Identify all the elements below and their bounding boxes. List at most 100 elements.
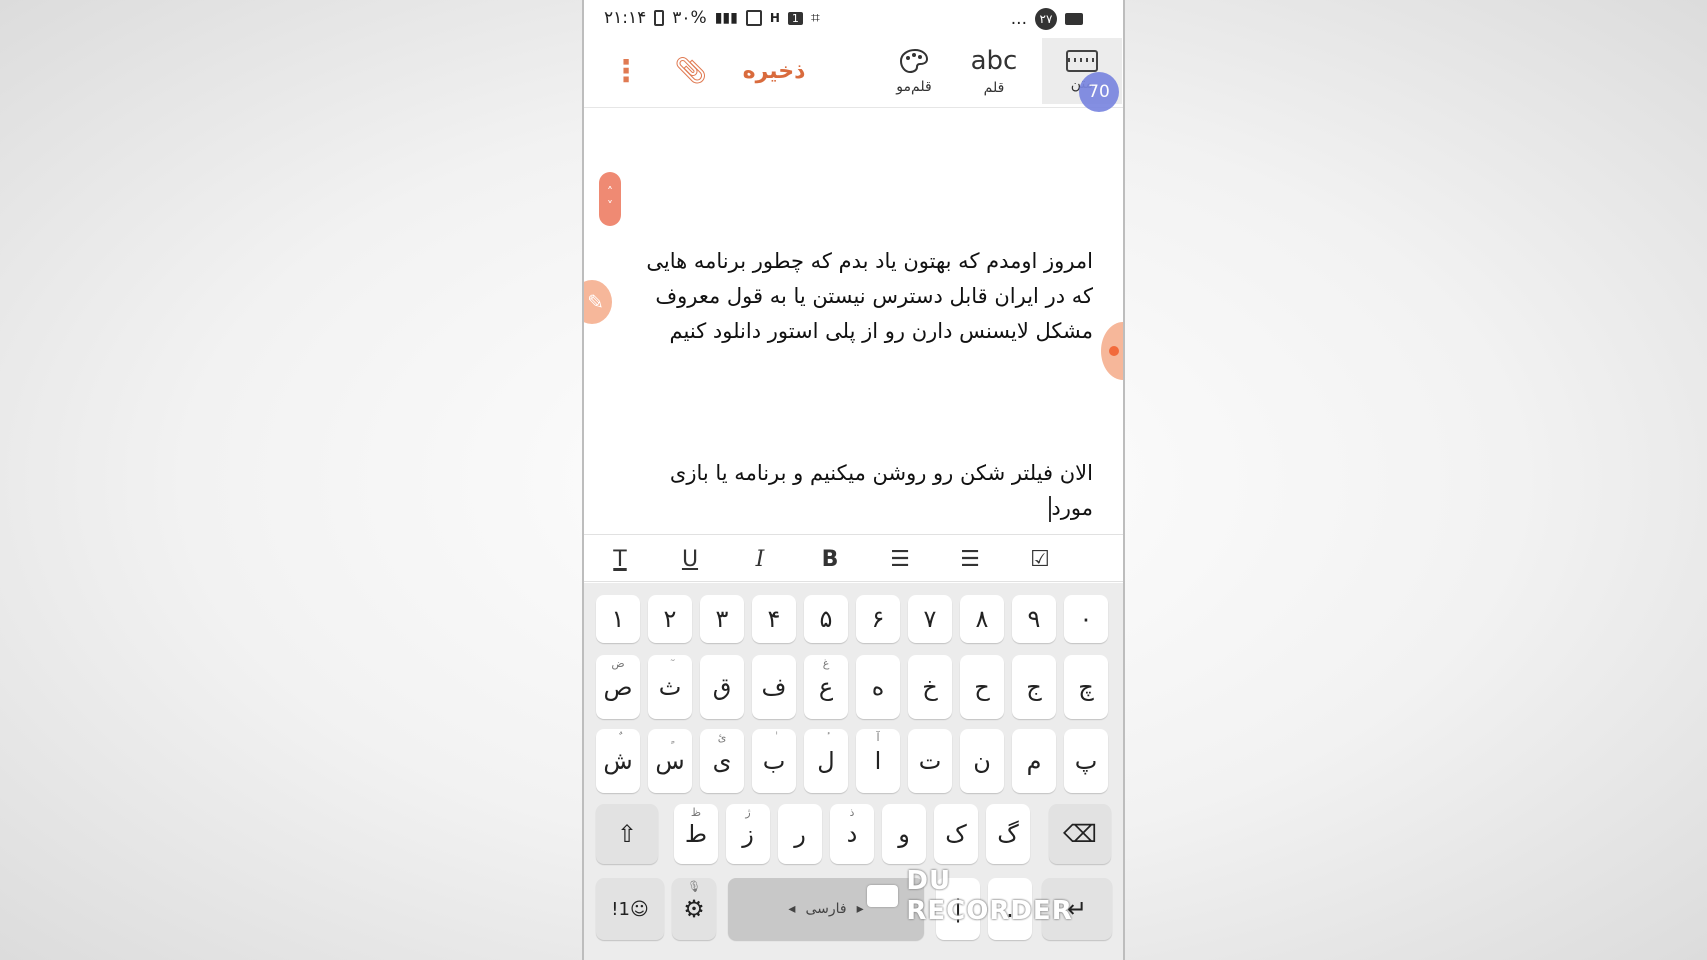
checkbox-icon: ☑ — [1030, 546, 1050, 572]
key-label: ف — [761, 673, 787, 701]
pen-mode-button[interactable]: abc قلم — [964, 38, 1024, 104]
shift-key[interactable]: ⇧ — [596, 804, 658, 864]
underline-button[interactable]: U — [672, 541, 708, 577]
key-label: ۸ — [975, 605, 989, 633]
floating-brush-button[interactable]: ✎ — [584, 280, 612, 324]
key-label: ر — [794, 820, 806, 848]
brush-mode-label: قلم‌مو — [896, 79, 932, 95]
key-label: ز — [742, 820, 754, 848]
gear-icon: ⚙ — [683, 895, 705, 923]
arrow-left-icon: ◂ — [788, 901, 796, 917]
number-key[interactable]: ۹ — [1012, 595, 1056, 643]
italic-button[interactable]: I — [742, 541, 778, 577]
letter-key[interactable]: ٓث — [648, 655, 692, 719]
brush-icon: ✎ — [587, 290, 604, 314]
attach-button[interactable]: 📎︎ — [674, 38, 708, 104]
letter-key[interactable]: غع — [804, 655, 848, 719]
letter-key[interactable]: و — [882, 804, 926, 864]
checklist-button[interactable]: ☑ — [1022, 541, 1058, 577]
shift-icon: ⇧ — [616, 820, 638, 848]
number-key[interactable]: ۳ — [700, 595, 744, 643]
paperclip-icon: 📎︎ — [674, 56, 708, 86]
number-key[interactable]: ۶ — [856, 595, 900, 643]
space-language-label: فارسی — [805, 901, 847, 917]
letter-key[interactable]: ٰب — [752, 729, 796, 793]
key-label: م — [1026, 747, 1042, 775]
letter-key[interactable]: ظط — [674, 804, 718, 864]
symbols-key[interactable]: !1☺ — [596, 878, 664, 940]
note-paragraph-1[interactable]: امروز اومدم که بهتون یاد بدم که چطور برن… — [623, 244, 1093, 349]
key-hint: ٰ — [752, 731, 796, 744]
more-status: ... — [1010, 9, 1027, 29]
letter-key[interactable]: ف — [752, 655, 796, 719]
floating-side-handle[interactable] — [1101, 322, 1123, 380]
key-label: ل — [817, 747, 835, 775]
video-camera-icon — [867, 885, 899, 907]
settings-key[interactable]: ⚙ 🎙︎ — [672, 878, 716, 940]
note-body[interactable]: ˄ ˅ ✎ امروز اومدم که بهتون یاد بدم که چط… — [584, 108, 1123, 534]
sim-badge: 1 — [787, 11, 803, 25]
more-options-button[interactable]: ⋮ — [611, 38, 641, 104]
letter-key[interactable]: ٌش — [596, 729, 640, 793]
number-key[interactable]: ۵ — [804, 595, 848, 643]
key-label: ع — [818, 673, 834, 701]
battery-icon — [654, 10, 665, 26]
letter-key[interactable]: گ — [986, 804, 1030, 864]
number-key[interactable]: ۱ — [596, 595, 640, 643]
letter-key[interactable]: چ — [1064, 655, 1108, 719]
key-label: س — [655, 747, 685, 775]
letter-key[interactable]: پ — [1064, 729, 1108, 793]
note-toolbar: ⋮ 📎︎ ذخیره قلم‌مو abc قلم متن — [584, 38, 1123, 108]
key-hint: ٔ — [804, 731, 848, 744]
backspace-key[interactable]: ⌫ — [1049, 804, 1111, 864]
network-type: H — [769, 11, 780, 25]
note-paragraph-2[interactable]: الان فیلتر شکن رو روشن میکنیم و برنامه ی… — [623, 456, 1093, 526]
key-hint: ٓ — [648, 657, 692, 670]
letter-key[interactable]: ژز — [726, 804, 770, 864]
bold-icon: B — [821, 546, 839, 572]
number-key[interactable]: ۷ — [908, 595, 952, 643]
abc-icon: abc — [970, 46, 1018, 76]
key-label: و — [898, 820, 910, 848]
letter-key[interactable]: م — [1012, 729, 1056, 793]
key-label: ب — [762, 747, 786, 775]
save-button[interactable]: ذخیره — [734, 38, 814, 104]
text-style-button[interactable]: T — [602, 541, 638, 577]
key-label: ۵ — [819, 605, 833, 633]
signal-icon: ▮▮▮ — [714, 10, 738, 26]
letter-key[interactable]: ضص — [596, 655, 640, 719]
letter-key[interactable]: ر — [778, 804, 822, 864]
number-key[interactable]: ۴ — [752, 595, 796, 643]
bold-button[interactable]: B — [812, 541, 848, 577]
bullet-list-button[interactable]: ☰ — [882, 541, 918, 577]
letter-key[interactable]: ٔل — [804, 729, 848, 793]
key-hint: ٍ — [648, 731, 692, 744]
numbered-list-button[interactable]: ☰ — [952, 541, 988, 577]
number-key[interactable]: ۲ — [648, 595, 692, 643]
page-counter-badge: 70 — [1079, 72, 1119, 112]
number-key[interactable]: ۰ — [1064, 595, 1108, 643]
note-paragraph-2-text: الان فیلتر شکن رو روشن میکنیم و برنامه ی… — [669, 461, 1093, 520]
palette-icon — [899, 48, 929, 74]
letter-key[interactable]: ئی — [700, 729, 744, 793]
letter-key[interactable]: ذد — [830, 804, 874, 864]
letter-key[interactable]: ت — [908, 729, 952, 793]
number-key[interactable]: ۸ — [960, 595, 1004, 643]
letter-key[interactable]: آا — [856, 729, 900, 793]
save-label: ذخیره — [742, 58, 806, 84]
letter-key[interactable]: ج — [1012, 655, 1056, 719]
key-hint: ژ — [745, 806, 751, 819]
letter-key[interactable]: ح — [960, 655, 1004, 719]
brush-mode-button[interactable]: قلم‌مو — [884, 38, 944, 104]
chevron-up-icon: ˄ — [607, 185, 613, 199]
letter-key[interactable]: خ — [908, 655, 952, 719]
key-label: ش — [603, 747, 633, 775]
letter-key[interactable]: ن — [960, 729, 1004, 793]
key-label: ت — [918, 747, 942, 775]
letter-key[interactable]: ه — [856, 655, 900, 719]
letter-key[interactable]: ک — [934, 804, 978, 864]
letter-key[interactable]: ٍس — [648, 729, 692, 793]
key-label: پ — [1074, 747, 1098, 775]
letter-key[interactable]: ق — [700, 655, 744, 719]
scroll-handle[interactable]: ˄ ˅ — [599, 172, 621, 226]
